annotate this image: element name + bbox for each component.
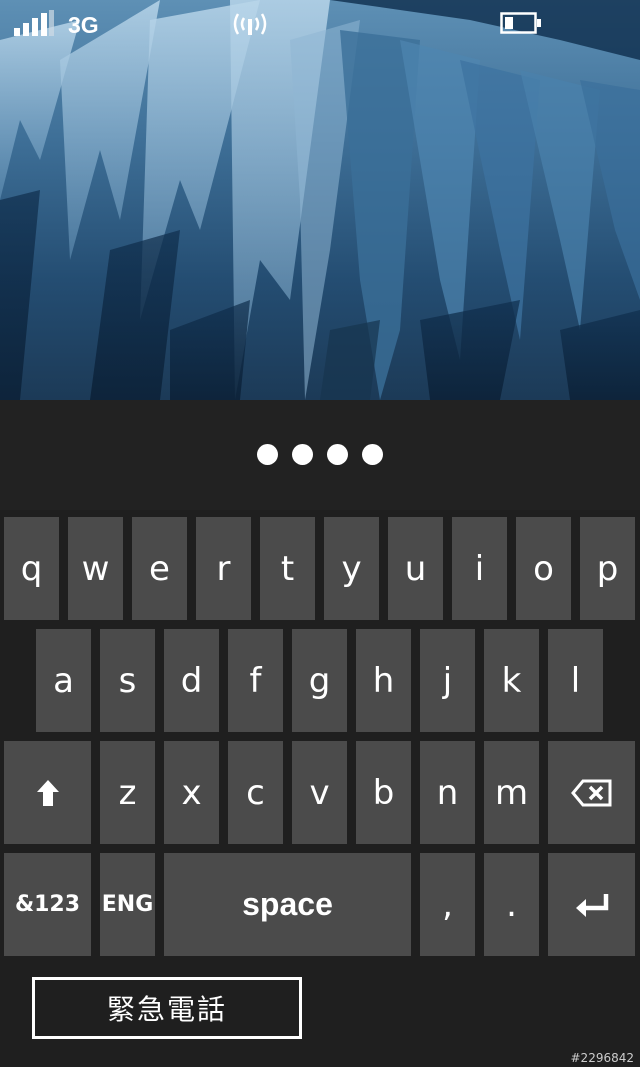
key-j[interactable]: j [420,629,475,732]
pin-dots [0,444,640,465]
shift-arrow-icon [36,779,59,806]
pin-entry-area [0,400,640,510]
pin-dot [292,444,313,465]
internet-sharing-icon [233,13,267,35]
key-i[interactable]: i [452,517,507,620]
key-v[interactable]: v [292,741,347,844]
pin-dot [327,444,348,465]
space-key[interactable]: space [164,853,411,956]
enter-arrow-icon [575,893,608,917]
key-m[interactable]: m [484,741,539,844]
key-x[interactable]: x [164,741,219,844]
key-t[interactable]: t [260,517,315,620]
key-c[interactable]: c [228,741,283,844]
key-s[interactable]: s [100,629,155,732]
key-h[interactable]: h [356,629,411,732]
network-type: 3G [68,12,99,38]
key-g[interactable]: g [292,629,347,732]
signal-strength-icon [14,10,54,36]
key-l[interactable]: l [548,629,603,732]
key-a[interactable]: a [36,629,91,732]
enter-key[interactable] [548,853,635,956]
language-key[interactable]: ENG [100,853,155,956]
key-r[interactable]: r [196,517,251,620]
symbols-key[interactable]: &123 [4,853,91,956]
key-n[interactable]: n [420,741,475,844]
battery-icon [500,12,541,34]
key-y[interactable]: y [324,517,379,620]
key-o[interactable]: o [516,517,571,620]
shift-key[interactable] [4,741,91,844]
key-u[interactable]: u [388,517,443,620]
key-q[interactable]: q [4,517,59,620]
key-d[interactable]: d [164,629,219,732]
watermark: #2296842 [570,1051,635,1065]
comma-key[interactable]: , [420,853,475,956]
key-z[interactable]: z [100,741,155,844]
lock-screen-wallpaper [0,0,640,400]
pin-dot [362,444,383,465]
key-f[interactable]: f [228,629,283,732]
on-screen-keyboard: &123 ENG space , . qwertyuiop asdfghjkl zx… [0,510,640,965]
backspace-icon [570,779,611,806]
period-key[interactable]: . [484,853,539,956]
key-p[interactable]: p [580,517,635,620]
key-e[interactable]: e [132,517,187,620]
backspace-key[interactable] [548,741,635,844]
status-bar: 3G [0,0,640,48]
pin-dot [257,444,278,465]
emergency-call-button[interactable]: 緊急電話 [32,977,302,1039]
key-w[interactable]: w [68,517,123,620]
key-b[interactable]: b [356,741,411,844]
key-k[interactable]: k [484,629,539,732]
